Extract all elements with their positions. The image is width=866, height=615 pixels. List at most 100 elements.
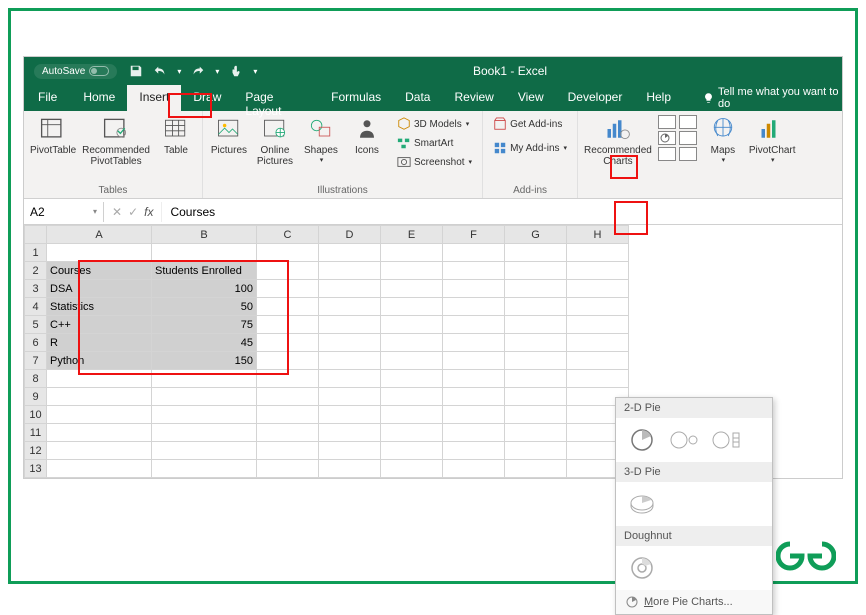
cell-B3[interactable]: 100 [152,280,257,298]
online-pictures-button[interactable]: Online Pictures [255,115,295,167]
cell-B6[interactable]: 45 [152,334,257,352]
cell-B12[interactable] [152,442,257,460]
cell-D10[interactable] [319,406,381,424]
cell-D1[interactable] [319,244,381,262]
cell-E4[interactable] [381,298,443,316]
cell-B9[interactable] [152,388,257,406]
line-chart-button[interactable] [679,115,697,129]
cell-A8[interactable] [47,370,152,388]
pivottable-button[interactable]: PivotTable [30,115,76,156]
cell-D9[interactable] [319,388,381,406]
cell-H5[interactable] [567,316,629,334]
column-chart-button[interactable] [658,115,676,129]
cell-F2[interactable] [443,262,505,280]
cell-G2[interactable] [505,262,567,280]
bar-of-pie-option[interactable] [710,426,742,454]
cell-B2[interactable]: Students Enrolled [152,262,257,280]
cell-A11[interactable] [47,424,152,442]
cell-F7[interactable] [443,352,505,370]
cell-G6[interactable] [505,334,567,352]
cell-G3[interactable] [505,280,567,298]
cell-C11[interactable] [257,424,319,442]
row-header-3[interactable]: 3 [25,280,47,298]
cell-C4[interactable] [257,298,319,316]
cell-F12[interactable] [443,442,505,460]
cell-A6[interactable]: R [47,334,152,352]
row-header-1[interactable]: 1 [25,244,47,262]
cell-D5[interactable] [319,316,381,334]
redo-icon[interactable] [191,64,205,78]
column-header-D[interactable]: D [319,226,381,244]
cell-C10[interactable] [257,406,319,424]
cell-A13[interactable] [47,460,152,478]
cell-E10[interactable] [381,406,443,424]
pie-chart-button[interactable] [658,131,676,145]
cell-H2[interactable] [567,262,629,280]
cell-F4[interactable] [443,298,505,316]
tab-formulas[interactable]: Formulas [319,85,393,111]
cell-D3[interactable] [319,280,381,298]
cell-C6[interactable] [257,334,319,352]
tab-home[interactable]: Home [71,85,127,111]
save-icon[interactable] [129,64,143,78]
pictures-button[interactable]: Pictures [209,115,249,156]
table-button[interactable]: Table [156,115,196,156]
cell-G9[interactable] [505,388,567,406]
cell-H3[interactable] [567,280,629,298]
tab-insert[interactable]: Insert [127,85,181,111]
autosave-toggle[interactable]: AutoSave [34,64,117,79]
cell-F6[interactable] [443,334,505,352]
pivotchart-button[interactable]: PivotChart▾ [749,115,796,164]
cell-E8[interactable] [381,370,443,388]
recommended-pivottables-button[interactable]: Recommended PivotTables [82,115,150,167]
cell-G4[interactable] [505,298,567,316]
cell-H4[interactable] [567,298,629,316]
area-chart-button[interactable] [658,147,676,161]
cell-A7[interactable]: Python [47,352,152,370]
cell-B7[interactable]: 150 [152,352,257,370]
column-header-A[interactable]: A [47,226,152,244]
cell-F3[interactable] [443,280,505,298]
undo-dropdown-icon[interactable]: ▾ [177,67,181,76]
cell-E5[interactable] [381,316,443,334]
undo-icon[interactable] [153,64,167,78]
touch-mode-icon[interactable] [229,64,243,78]
cell-A12[interactable] [47,442,152,460]
cell-C9[interactable] [257,388,319,406]
cell-A5[interactable]: C++ [47,316,152,334]
cell-D12[interactable] [319,442,381,460]
cell-E7[interactable] [381,352,443,370]
cell-G13[interactable] [505,460,567,478]
my-addins-button[interactable]: My Add-ins▾ [489,139,571,157]
cell-A4[interactable]: Statistics [47,298,152,316]
cell-A9[interactable] [47,388,152,406]
cell-F10[interactable] [443,406,505,424]
row-header-12[interactable]: 12 [25,442,47,460]
get-addins-button[interactable]: Get Add-ins [489,115,571,133]
cell-G5[interactable] [505,316,567,334]
cell-E2[interactable] [381,262,443,280]
cell-F1[interactable] [443,244,505,262]
formula-input[interactable]: Courses [161,202,842,222]
cell-C8[interactable] [257,370,319,388]
column-header-C[interactable]: C [257,226,319,244]
cell-G7[interactable] [505,352,567,370]
tab-data[interactable]: Data [393,85,442,111]
recommended-charts-button[interactable]: Recommended Charts [584,115,652,167]
chevron-down-icon[interactable]: ▾ [93,207,97,216]
cell-C3[interactable] [257,280,319,298]
cell-F8[interactable] [443,370,505,388]
smartart-button[interactable]: SmartArt [393,134,476,152]
cell-G1[interactable] [505,244,567,262]
shapes-button[interactable]: Shapes▾ [301,115,341,164]
qat-customize-icon[interactable]: ▾ [253,67,257,76]
tab-view[interactable]: View [506,85,556,111]
cell-F9[interactable] [443,388,505,406]
cell-F5[interactable] [443,316,505,334]
cell-B13[interactable] [152,460,257,478]
cell-D11[interactable] [319,424,381,442]
worksheet[interactable]: ABCDEFGH12CoursesStudents Enrolled3DSA10… [24,225,842,478]
cell-D6[interactable] [319,334,381,352]
cell-C1[interactable] [257,244,319,262]
tab-file[interactable]: File [24,85,71,111]
